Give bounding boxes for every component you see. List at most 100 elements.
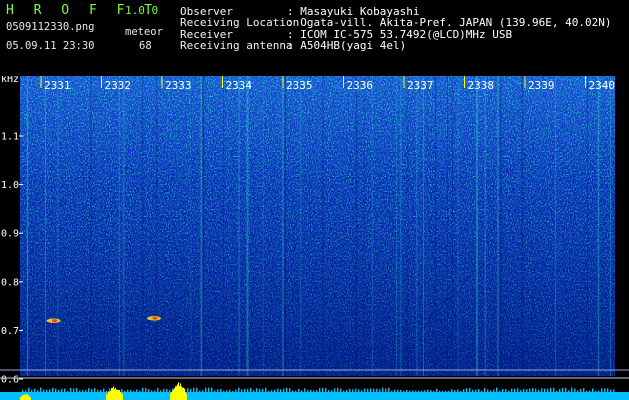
floor-spike	[319, 388, 321, 392]
time-stripe	[406, 76, 409, 376]
time-stripe	[476, 76, 478, 376]
floor-spike	[394, 389, 396, 392]
time-stripe	[309, 76, 311, 376]
floor-spike	[322, 387, 324, 392]
floor-spike	[88, 388, 90, 392]
time-stripe	[521, 76, 524, 376]
floor-spike	[334, 388, 336, 392]
floor-spike	[250, 387, 252, 392]
floor-spike	[601, 388, 603, 392]
floor-spike	[163, 388, 165, 392]
floor-spike	[187, 388, 189, 392]
floor-spike	[484, 388, 486, 392]
floor-spike	[514, 388, 516, 392]
time-stripe	[554, 76, 557, 376]
floor-spike	[292, 390, 294, 392]
y-axis-unit: kHz	[1, 76, 19, 85]
floor-spike	[481, 390, 483, 392]
activity-bar	[176, 386, 177, 400]
floor-spike	[277, 388, 279, 392]
floor-spike	[475, 389, 477, 392]
floor-spike	[283, 388, 285, 392]
floor-spike	[478, 389, 480, 392]
activity-bar	[174, 388, 175, 400]
time-stripe	[90, 76, 92, 376]
floor-spike	[91, 388, 93, 392]
floor-spike	[55, 388, 57, 392]
activity-bar	[177, 384, 178, 400]
floor-spike	[259, 388, 261, 392]
activity-bar	[173, 389, 174, 400]
floor-spike	[538, 389, 540, 392]
file-name: 0509112330.png	[6, 21, 95, 33]
activity-bar	[108, 391, 109, 400]
floor-spike	[208, 387, 210, 392]
y-tick-label: 0.7	[1, 326, 19, 337]
activity-bar	[170, 393, 171, 400]
floor-spike	[520, 390, 522, 392]
floor-spike	[463, 389, 465, 392]
time-stripe	[355, 76, 358, 376]
floor-spike	[508, 390, 510, 392]
floor-spike	[388, 387, 390, 392]
floor-spike	[316, 390, 318, 392]
floor-spike	[580, 388, 582, 392]
time-stripe	[118, 76, 120, 376]
time-stripe	[400, 76, 402, 376]
x-tick-label: 2340	[589, 79, 616, 92]
floor-spike	[589, 390, 591, 392]
floor-spike	[97, 389, 99, 392]
floor-spike	[364, 388, 366, 392]
floor-spike	[577, 390, 579, 392]
activity-bar	[109, 391, 110, 400]
meteor-echo-core	[152, 316, 158, 320]
floor-spike	[139, 390, 141, 392]
floor-spike	[412, 390, 414, 392]
time-stripe	[201, 76, 205, 376]
floor-spike	[586, 390, 588, 392]
time-stripe	[57, 76, 59, 376]
floor-spike	[532, 388, 534, 392]
x-tick-label: 2335	[286, 79, 313, 92]
activity-bar	[178, 382, 179, 400]
floor-spike	[487, 389, 489, 392]
floor-spike	[424, 390, 426, 392]
floor-spike	[235, 389, 237, 392]
floor-spike	[43, 389, 45, 392]
floor-spike	[331, 390, 333, 392]
time-stripe	[322, 76, 324, 376]
floor-spike	[25, 390, 27, 392]
time-stripe	[238, 76, 240, 376]
activity-bar	[114, 389, 115, 400]
antenna-label: Receiving antenna	[180, 39, 293, 52]
meteor-echo-core	[52, 319, 57, 323]
activity-bar	[121, 393, 122, 400]
floor-spike	[100, 389, 102, 392]
location-value: : Ogata-vill. Akita-Pref. JAPAN (139.96E…	[287, 16, 612, 29]
activity-bar	[116, 389, 117, 400]
floor-spike	[460, 391, 462, 392]
floor-spike	[226, 390, 228, 392]
floor-spike	[298, 388, 300, 392]
floor-spike	[610, 389, 612, 392]
floor-spike	[370, 388, 372, 392]
time-stripe	[426, 76, 429, 376]
x-tick-label: 2333	[165, 79, 192, 92]
floor-spike	[76, 388, 78, 392]
activity-bar	[120, 391, 121, 400]
floor-spike	[85, 389, 87, 392]
y-tick-label: 0.6	[1, 375, 19, 386]
activity-bar	[24, 394, 25, 400]
floor-spike	[571, 387, 573, 392]
time-stripe	[586, 76, 589, 376]
floor-spike	[262, 388, 264, 392]
floor-spike	[367, 388, 369, 392]
floor-spike	[349, 388, 351, 392]
floor-spike	[202, 390, 204, 392]
floor-spike	[376, 388, 378, 392]
floor-spike	[253, 390, 255, 392]
floor-spike	[40, 387, 42, 392]
floor-spike	[274, 389, 276, 392]
noise-highlights	[20, 76, 615, 376]
floor-spike	[451, 389, 453, 392]
